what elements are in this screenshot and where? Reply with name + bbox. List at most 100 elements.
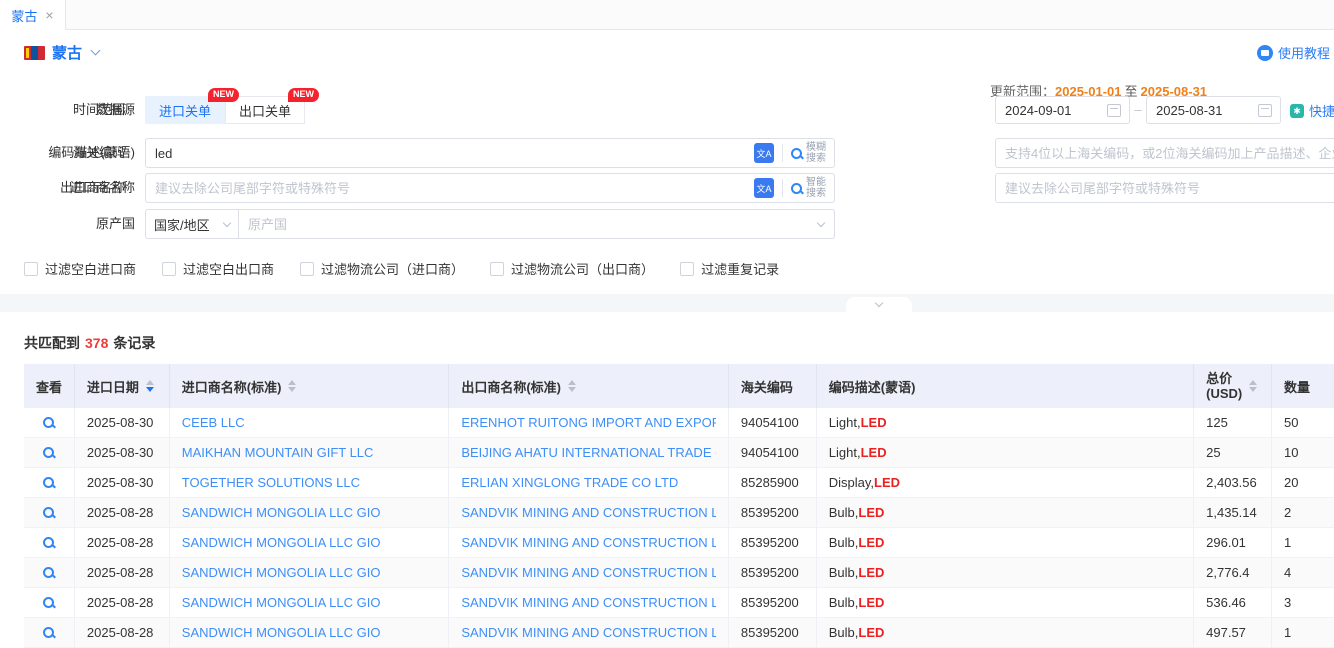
importer-link[interactable]: SANDWICH MONGOLIA LLC GIO <box>182 595 381 610</box>
filter-checkbox-4[interactable]: 过滤重复记录 <box>680 259 779 278</box>
date-range-separator: – <box>1133 96 1143 124</box>
code-desc-input[interactable] <box>146 139 754 167</box>
calendar-icon[interactable] <box>1107 104 1121 117</box>
hs-code-cell: 85395200 <box>729 618 817 647</box>
exporter-link[interactable]: SANDVIK MINING AND CONSTRUCTION L... <box>461 625 716 640</box>
total-usd-cell: 2,776.4 <box>1194 558 1272 587</box>
table-row: 2025-08-30MAIKHAN MOUNTAIN GIFT LLCBEIJI… <box>24 438 1334 468</box>
filter-checkbox-1[interactable]: 过滤空白出口商 <box>162 259 274 278</box>
exporter-name-input[interactable] <box>996 174 1334 202</box>
page: 蒙古 × 蒙古 使用教程 更新范围：2025-01-01至2025-08-31 … <box>0 0 1334 648</box>
description-highlight: LED <box>861 415 887 430</box>
exporter-link[interactable]: ERLIAN XINGLONG TRADE CO LTD <box>461 475 678 490</box>
origin-input[interactable] <box>239 210 818 238</box>
description-text: Bulb, <box>829 595 859 610</box>
exporter-name-field <box>995 173 1334 203</box>
translate-icon[interactable]: 文A <box>754 143 774 163</box>
column-header-3[interactable]: 出口商名称(标准) <box>449 364 729 408</box>
filter-checkbox-0[interactable]: 过滤空白进口商 <box>24 259 136 278</box>
column-header-4: 海关编码 <box>729 364 817 408</box>
hs-code-input[interactable] <box>996 139 1334 167</box>
exporter-link[interactable]: SANDVIK MINING AND CONSTRUCTION L... <box>461 535 716 550</box>
column-header-2[interactable]: 进口商名称(标准) <box>170 364 450 408</box>
import-date-cell: 2025-08-28 <box>75 558 170 587</box>
origin-type-select[interactable]: 国家/地区 <box>146 210 239 238</box>
quantity-cell: 3 <box>1272 588 1334 617</box>
exporter-link[interactable]: BEIJING AHATU INTERNATIONAL TRADE C... <box>461 445 716 460</box>
view-cell <box>24 498 75 527</box>
checkbox-icon[interactable] <box>162 262 176 276</box>
search-icon[interactable] <box>791 148 802 159</box>
date-end-input[interactable] <box>1147 97 1258 123</box>
checkbox-icon[interactable] <box>300 262 314 276</box>
description-text: Bulb, <box>829 535 859 550</box>
fuzzy-search-toggle[interactable]: 模糊搜索 <box>806 142 826 164</box>
importer-link[interactable]: SANDWICH MONGOLIA LLC GIO <box>182 565 381 580</box>
description-cell: Bulb, LED <box>817 618 1194 647</box>
description-text: Bulb, <box>829 505 859 520</box>
exporter-link[interactable]: SANDVIK MINING AND CONSTRUCTION L... <box>461 595 716 610</box>
calendar-icon[interactable] <box>1258 104 1272 117</box>
view-row-button[interactable] <box>43 447 54 458</box>
importer-name-input[interactable] <box>146 174 754 202</box>
import-date-cell: 2025-08-28 <box>75 588 170 617</box>
column-header-7: 数量 <box>1272 364 1334 408</box>
total-usd-cell: 497.57 <box>1194 618 1272 647</box>
importer-link[interactable]: TOGETHER SOLUTIONS LLC <box>182 475 360 490</box>
exporter-name-label: 出口商名称 <box>0 173 125 203</box>
data-source-tabs: 进口关单 NEW 出口关单 NEW <box>145 96 305 124</box>
checkbox-icon[interactable] <box>24 262 38 276</box>
view-row-button[interactable] <box>43 477 54 488</box>
total-usd-cell: 296.01 <box>1194 528 1272 557</box>
importer-link[interactable]: CEEB LLC <box>182 415 245 430</box>
checkbox-icon[interactable] <box>490 262 504 276</box>
new-badge: NEW <box>208 88 239 102</box>
view-row-button[interactable] <box>43 597 54 608</box>
shortcut-link[interactable]: ✱ 快捷 <box>1290 101 1334 120</box>
tab-mongolia[interactable]: 蒙古 × <box>0 0 66 30</box>
tab-export-declarations[interactable]: 出口关单 NEW <box>225 96 305 124</box>
chevron-down-icon[interactable] <box>817 218 825 226</box>
close-icon[interactable]: × <box>45 8 53 22</box>
view-row-button[interactable] <box>43 537 54 548</box>
chevron-down-icon[interactable] <box>91 46 101 56</box>
table-body: 2025-08-30CEEB LLCERENHOT RUITONG IMPORT… <box>24 408 1334 648</box>
importer-link[interactable]: SANDWICH MONGOLIA LLC GIO <box>182 505 381 520</box>
tutorial-link[interactable]: 使用教程 <box>1257 43 1330 62</box>
table-row: 2025-08-30CEEB LLCERENHOT RUITONG IMPORT… <box>24 408 1334 438</box>
importer-link[interactable]: SANDWICH MONGOLIA LLC GIO <box>182 625 381 640</box>
description-cell: Light, LED <box>817 408 1194 437</box>
importer-link[interactable]: SANDWICH MONGOLIA LLC GIO <box>182 535 381 550</box>
view-cell <box>24 618 75 647</box>
column-header-6[interactable]: 总价(USD) <box>1194 364 1272 408</box>
view-row-button[interactable] <box>43 627 54 638</box>
view-row-button[interactable] <box>43 507 54 518</box>
exporter-link[interactable]: SANDVIK MINING AND CONSTRUCTION L... <box>461 565 716 580</box>
exporter-link[interactable]: SANDVIK MINING AND CONSTRUCTION L... <box>461 505 716 520</box>
smart-search-line1: 智能 <box>806 177 826 188</box>
country-title[interactable]: 蒙古 <box>52 42 82 63</box>
view-row-button[interactable] <box>43 567 54 578</box>
column-header-1[interactable]: 进口日期 <box>75 364 170 408</box>
sort-icon[interactable] <box>568 380 576 392</box>
filter-checkbox-3[interactable]: 过滤物流公司（出口商） <box>490 259 654 278</box>
column-header-label: 进口日期 <box>87 377 139 396</box>
smart-search-toggle[interactable]: 智能搜索 <box>806 177 826 199</box>
importer-link[interactable]: MAIKHAN MOUNTAIN GIFT LLC <box>182 445 374 460</box>
results-summary: 共匹配到378条记录 <box>24 333 155 353</box>
checkbox-icon[interactable] <box>680 262 694 276</box>
sort-icon[interactable] <box>1249 380 1257 392</box>
sort-icon[interactable] <box>288 380 296 392</box>
date-start-input[interactable] <box>996 97 1107 123</box>
view-row-button[interactable] <box>43 417 54 428</box>
exporter-link[interactable]: ERENHOT RUITONG IMPORT AND EXPORT ... <box>461 415 716 430</box>
filter-checkbox-2[interactable]: 过滤物流公司（进口商） <box>300 259 464 278</box>
view-cell <box>24 468 75 497</box>
tab-import-declarations[interactable]: 进口关单 NEW <box>145 96 225 124</box>
sort-icon[interactable] <box>146 380 154 392</box>
view-cell <box>24 558 75 587</box>
app-header: 蒙古 使用教程 <box>0 30 1334 74</box>
translate-icon[interactable]: 文A <box>754 178 774 198</box>
search-icon[interactable] <box>791 183 802 194</box>
collapse-toggle[interactable] <box>846 297 912 312</box>
